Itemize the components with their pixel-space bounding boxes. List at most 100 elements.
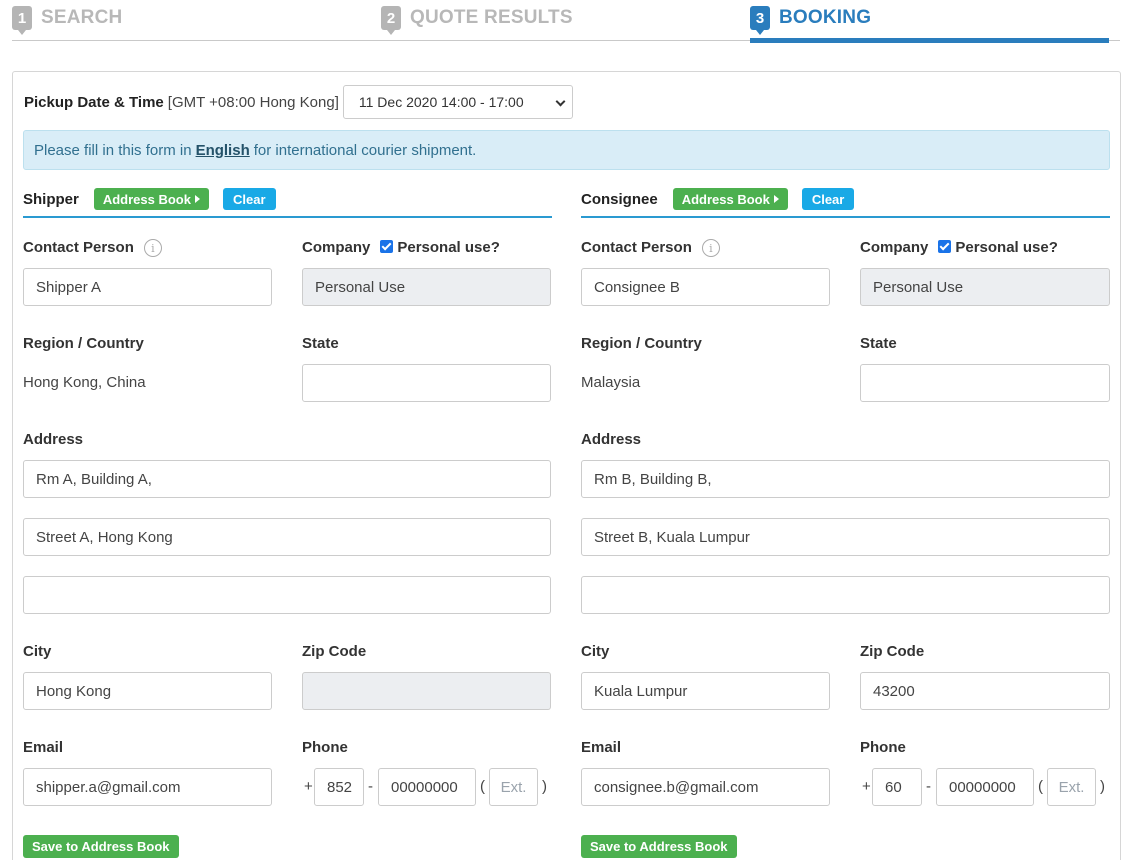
consignee-header: Consignee Address Book Clear [581, 182, 1110, 218]
consignee-zip-input[interactable]: 43200 [860, 672, 1110, 710]
shipper-phone-number-input[interactable]: 00000000 [378, 768, 476, 806]
label-text: Company [860, 239, 929, 256]
paren-open: ( [1038, 778, 1043, 795]
shipper-contact-person-label: Contact Person i [23, 239, 162, 258]
label-text: Contact Person [581, 239, 692, 256]
phone-dash: - [926, 778, 931, 795]
paren-close: ) [542, 778, 547, 795]
shipper-email-label: Email [23, 739, 64, 756]
language-notice: Please fill in this form in English for … [23, 130, 1110, 170]
consignee-clear-button[interactable]: Clear [801, 188, 855, 210]
consignee-email-input[interactable]: consignee.b@gmail.com [581, 768, 830, 806]
step-search[interactable]: 1 SEARCH [12, 5, 123, 35]
step-number-badge: 2 [381, 6, 401, 35]
pickup-timezone: [GMT +08:00 Hong Kong] [167, 93, 339, 111]
caret-right-icon [773, 195, 779, 203]
paren-close: ) [1100, 778, 1105, 795]
active-step-indicator [750, 38, 1109, 43]
consignee-save-address-button[interactable]: Save to Address Book [581, 835, 737, 858]
shipper-region-label: Region / Country [23, 335, 144, 352]
notice-emphasis: English [195, 141, 250, 159]
phone-plus-sign: + [862, 778, 871, 795]
shipper-city-input[interactable]: Hong Kong [23, 672, 272, 710]
shipper-phone-ext-input[interactable]: Ext. [489, 768, 538, 806]
consignee-contact-person-label: Contact Person i [581, 239, 720, 258]
consignee-address-line3-input[interactable] [581, 576, 1110, 614]
shipper-company-input[interactable]: Personal Use [302, 268, 551, 306]
step-booking[interactable]: 3 BOOKING [750, 5, 872, 35]
pickup-row: Pickup Date & Time [GMT +08:00 Hong Kong… [24, 85, 573, 119]
consignee-phone-ext-input[interactable]: Ext. [1047, 768, 1096, 806]
shipper-address-line3-input[interactable] [23, 576, 551, 614]
shipper-clear-button[interactable]: Clear [222, 188, 276, 210]
step-number-badge: 1 [12, 6, 32, 35]
shipper-city-label: City [23, 643, 52, 660]
pickup-selected-value: 11 Dec 2020 14:00 - 17:00 [358, 94, 524, 110]
step-label: BOOKING [779, 7, 872, 28]
shipper-address-line2-input[interactable]: Street A, Hong Kong [23, 518, 551, 556]
shipper-personal-use-checkbox[interactable] [380, 240, 394, 253]
consignee-address-label: Address [581, 431, 642, 448]
personal-use-label: Personal use? [397, 239, 500, 256]
booking-form-panel: Pickup Date & Time [GMT +08:00 Hong Kong… [12, 71, 1121, 860]
address-book-label: Address Book [681, 191, 770, 207]
consignee-email-label: Email [581, 739, 622, 756]
shipper-title: Shipper [23, 190, 79, 208]
consignee-company-input[interactable]: Personal Use [860, 268, 1110, 306]
notice-text-before: Please fill in this form in [34, 141, 192, 159]
consignee-address-book-button[interactable]: Address Book [672, 188, 788, 210]
consignee-state-label: State [860, 335, 897, 352]
step-quote-results[interactable]: 2 QUOTE RESULTS [381, 5, 573, 35]
shipper-address-book-button[interactable]: Address Book [93, 188, 209, 210]
consignee-state-input[interactable] [860, 364, 1110, 402]
shipper-contact-person-input[interactable]: Shipper A [23, 268, 272, 306]
info-icon[interactable]: i [143, 239, 162, 258]
shipper-company-label: Company Personal use? [302, 239, 500, 256]
consignee-phone-number-input[interactable]: 00000000 [936, 768, 1034, 806]
consignee-city-label: City [581, 643, 610, 660]
step-number-badge: 3 [750, 6, 770, 35]
step-label: QUOTE RESULTS [410, 7, 573, 28]
consignee-zip-label: Zip Code [860, 643, 925, 660]
shipper-save-address-button[interactable]: Save to Address Book [23, 835, 179, 858]
label-text: Company [302, 239, 371, 256]
consignee-contact-person-input[interactable]: Consignee B [581, 268, 830, 306]
address-book-label: Address Book [102, 191, 191, 207]
shipper-phone-country-code-input[interactable]: 852 [314, 768, 364, 806]
steps-bar: 1 SEARCH 2 QUOTE RESULTS 3 BOOKING [12, 0, 1120, 44]
shipper-state-input[interactable] [302, 364, 551, 402]
pickup-datetime-select[interactable]: 11 Dec 2020 14:00 - 17:00 [342, 85, 573, 119]
consignee-region-label: Region / Country [581, 335, 702, 352]
personal-use-label: Personal use? [955, 239, 1058, 256]
consignee-company-label: Company Personal use? [860, 239, 1058, 256]
phone-dash: - [368, 778, 373, 795]
shipper-region-value: Hong Kong, China [23, 374, 146, 391]
phone-plus-sign: + [304, 778, 313, 795]
shipper-email-input[interactable]: shipper.a@gmail.com [23, 768, 272, 806]
info-icon[interactable]: i [701, 239, 720, 258]
caret-right-icon [194, 195, 200, 203]
consignee-phone-label: Phone [860, 739, 906, 756]
consignee-phone-country-code-input[interactable]: 60 [872, 768, 922, 806]
consignee-personal-use-checkbox[interactable] [938, 240, 952, 253]
consignee-address-line2-input[interactable]: Street B, Kuala Lumpur [581, 518, 1110, 556]
step-label: SEARCH [41, 7, 123, 28]
consignee-region-value: Malaysia [581, 374, 641, 391]
shipper-address-label: Address [23, 431, 84, 448]
shipper-zip-label: Zip Code [302, 643, 367, 660]
pickup-label: Pickup Date & Time [24, 93, 164, 111]
shipper-address-line1-input[interactable]: Rm A, Building A, [23, 460, 551, 498]
consignee-title: Consignee [581, 190, 658, 208]
paren-open: ( [480, 778, 485, 795]
consignee-section: Consignee Address Book Clear Contact Per… [581, 182, 1110, 858]
shipper-zip-input[interactable] [302, 672, 551, 710]
shipper-section: Shipper Address Book Clear Contact Perso… [23, 182, 552, 858]
shipper-header: Shipper Address Book Clear [23, 182, 552, 218]
consignee-address-line1-input[interactable]: Rm B, Building B, [581, 460, 1110, 498]
notice-text-after: for international courier shipment. [253, 141, 477, 159]
shipper-state-label: State [302, 335, 339, 352]
chevron-down-icon [555, 96, 566, 107]
shipper-phone-label: Phone [302, 739, 348, 756]
consignee-city-input[interactable]: Kuala Lumpur [581, 672, 830, 710]
label-text: Contact Person [23, 239, 134, 256]
